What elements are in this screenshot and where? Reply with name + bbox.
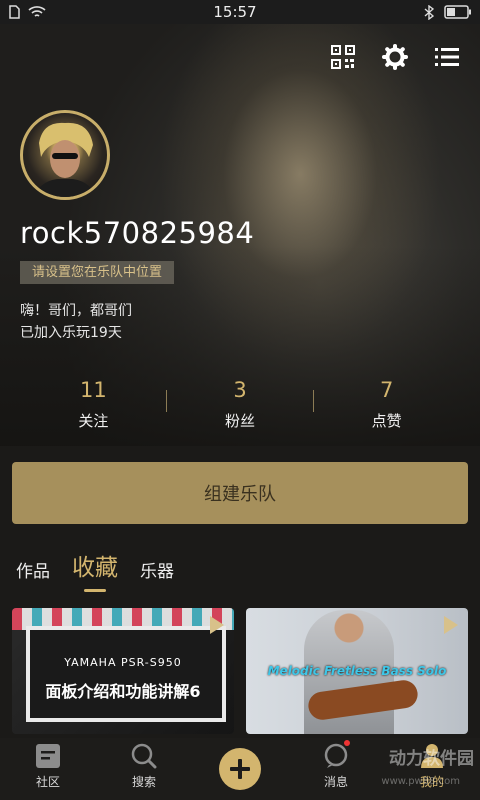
nav-label: 社区 (35, 775, 60, 789)
username: rock570825984 (20, 216, 255, 250)
tab-favorites[interactable]: 收藏 (72, 548, 118, 592)
tab-works[interactable]: 作品 (16, 557, 50, 592)
content-tabs: 作品 收藏 乐器 (16, 548, 174, 592)
message-icon (324, 743, 348, 768)
qr-code-button[interactable] (330, 44, 356, 70)
battery-icon (444, 5, 471, 19)
nav-label: 搜索 (131, 775, 156, 789)
avatar-image (33, 122, 97, 197)
card-title: 面板介绍和功能讲解6 (45, 682, 201, 701)
nav-search[interactable]: 搜索 (96, 738, 192, 800)
bio-text: 嗨！哥们，都哥们 (20, 303, 132, 319)
tab-instruments[interactable]: 乐器 (140, 557, 174, 592)
joined-days-text: 已加入乐玩19天 (20, 325, 122, 341)
menu-button[interactable] (434, 44, 460, 70)
stat-likes[interactable]: 7 点赞 (313, 376, 460, 431)
unread-dot (344, 740, 350, 746)
play-icon (444, 616, 458, 634)
plus-icon (230, 759, 250, 779)
stat-divider (166, 390, 167, 412)
card-frame (26, 626, 226, 722)
nav-community[interactable]: 社区 (0, 738, 96, 800)
play-icon (210, 616, 224, 634)
watermark-url: www.pw88.com (381, 776, 460, 787)
video-card[interactable]: YAMAHA PSR-S950 面板介绍和功能讲解6 (12, 608, 234, 734)
gear-icon (382, 44, 408, 70)
community-icon (36, 744, 60, 768)
settings-button[interactable] (382, 44, 408, 70)
nav-create[interactable] (192, 738, 288, 800)
stats-row: 11 关注 3 粉丝 7 点赞 (20, 376, 460, 431)
create-band-button[interactable]: 组建乐队 (12, 462, 468, 524)
card-subtitle: YAMAHA PSR-S950 (64, 656, 182, 669)
video-card[interactable]: Melodic Fretless Bass Solo (246, 608, 468, 734)
qr-code-icon (331, 45, 355, 69)
favorites-grid: YAMAHA PSR-S950 面板介绍和功能讲解6 Melodic Fretl… (12, 608, 468, 734)
set-band-position-button[interactable]: 请设置您在乐队中位置 (20, 261, 175, 284)
stat-value: 11 (79, 378, 107, 402)
add-button[interactable] (219, 748, 261, 790)
stat-value: 7 (379, 378, 394, 402)
wifi-icon (28, 6, 46, 17)
sim-icon (9, 5, 20, 19)
bluetooth-icon (424, 4, 434, 20)
watermark-logo: 动力软件园 (389, 749, 474, 769)
stat-value: 3 (233, 378, 247, 402)
list-menu-icon (435, 48, 459, 66)
card-caption: Melodic Fretless Bass Solo (267, 664, 447, 678)
status-bar: 15:57 (0, 0, 480, 24)
nav-messages[interactable]: 消息 (288, 738, 384, 800)
stat-fans[interactable]: 3 粉丝 (167, 376, 314, 431)
stat-label: 点赞 (371, 412, 402, 430)
top-actions (330, 44, 460, 70)
status-time: 15:57 (213, 3, 257, 21)
search-icon (131, 743, 157, 769)
stat-label: 关注 (78, 412, 109, 430)
stat-label: 粉丝 (225, 412, 256, 430)
stat-divider (313, 390, 314, 412)
nav-label: 消息 (323, 775, 348, 789)
avatar[interactable] (20, 110, 110, 200)
stat-following[interactable]: 11 关注 (20, 376, 167, 431)
